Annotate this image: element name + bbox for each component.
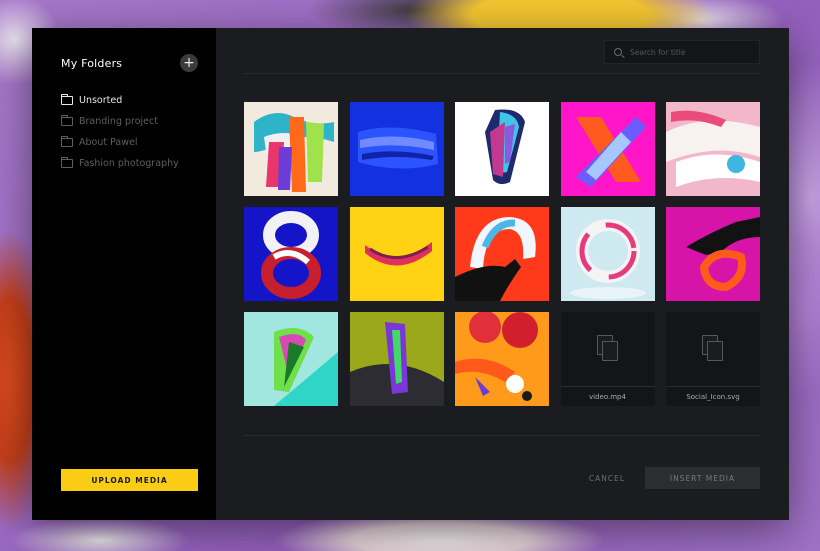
upload-media-button[interactable]: UPLOAD MEDIA (61, 469, 198, 491)
file-icon (596, 335, 619, 363)
media-thumbnail[interactable] (666, 102, 760, 196)
search-icon (614, 48, 622, 56)
file-name: Social_Icon.svg (666, 386, 760, 406)
plus-icon: + (183, 55, 195, 71)
folder-icon (61, 94, 73, 105)
insert-media-button[interactable]: INSERT MEDIA (645, 467, 760, 489)
media-thumbnail[interactable] (349, 207, 444, 301)
media-thumbnail[interactable] (560, 102, 655, 196)
add-folder-button[interactable]: + (180, 54, 198, 72)
folder-label: Unsorted (79, 95, 123, 106)
file-tile[interactable]: Social_Icon.svg (666, 312, 760, 406)
file-icon (702, 335, 724, 363)
folders-sidebar: My Folders + Unsorted Branding project A… (32, 28, 216, 520)
media-thumbnail[interactable] (455, 312, 549, 406)
search-input[interactable] (630, 47, 750, 57)
media-thumbnail[interactable] (560, 207, 655, 301)
media-thumbnail[interactable] (349, 312, 444, 406)
media-thumbnail[interactable] (455, 207, 549, 301)
folder-icon (61, 115, 73, 126)
sidebar-header: My Folders + (61, 54, 198, 72)
media-thumbnail[interactable] (666, 207, 760, 301)
file-name: video.mp4 (560, 386, 655, 406)
folder-icon (61, 136, 73, 147)
bottom-divider (244, 435, 760, 436)
folder-item-about-pawel[interactable]: About Pawel (61, 132, 198, 153)
media-thumbnail[interactable] (244, 207, 338, 301)
media-thumbnail[interactable] (244, 102, 338, 196)
media-library-modal: My Folders + Unsorted Branding project A… (32, 28, 789, 520)
file-tile[interactable]: video.mp4 (560, 312, 655, 406)
folder-icon (61, 157, 73, 168)
media-panel: video.mp4 Social_Icon.svg CANCEL INSERT … (216, 28, 789, 520)
folder-label: Branding project (79, 116, 158, 127)
file-preview (666, 312, 760, 386)
folder-label: Fashion photography (79, 158, 179, 169)
sidebar-title: My Folders (61, 56, 123, 70)
cancel-button[interactable]: CANCEL (585, 467, 629, 489)
media-thumbnail[interactable] (349, 102, 444, 196)
folder-label: About Pawel (79, 137, 138, 148)
media-thumbnail[interactable] (455, 102, 549, 196)
folder-list: Unsorted Branding project About Pawel Fa… (61, 90, 198, 174)
folder-item-unsorted[interactable]: Unsorted (61, 90, 198, 111)
folder-item-branding-project[interactable]: Branding project (61, 111, 198, 132)
media-thumbnail[interactable] (244, 312, 338, 406)
folder-item-fashion-photography[interactable]: Fashion photography (61, 153, 198, 174)
top-divider (244, 73, 760, 74)
search-box (604, 40, 760, 64)
file-preview (561, 312, 655, 386)
media-grid: video.mp4 Social_Icon.svg (244, 102, 760, 406)
